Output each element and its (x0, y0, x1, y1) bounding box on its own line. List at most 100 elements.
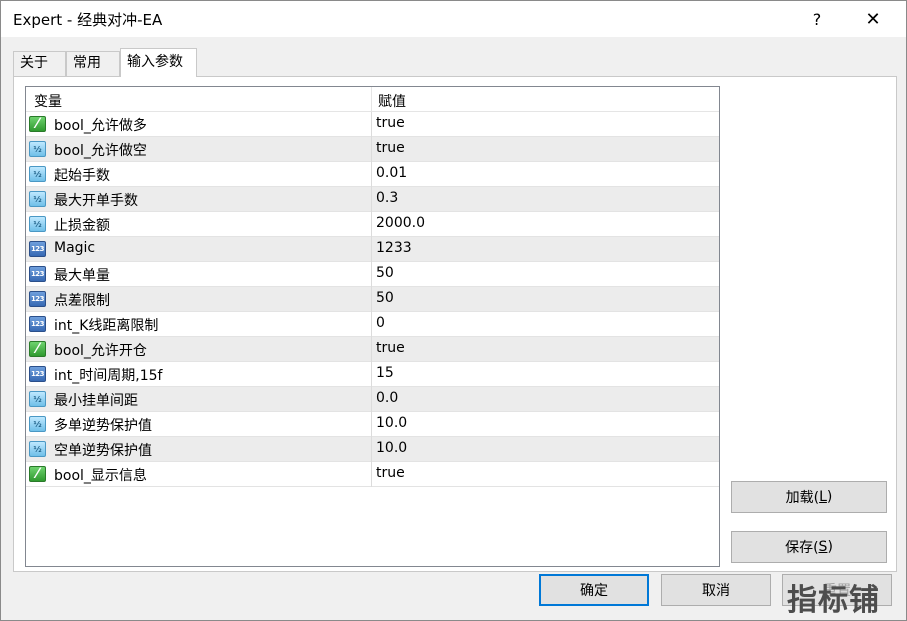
parameter-value[interactable]: 0.3 (376, 190, 398, 206)
table-row[interactable]: ⁄ bool_显示信息 true (26, 462, 719, 487)
load-button-key: L (819, 489, 827, 505)
double-value-icon: ½ (29, 441, 46, 457)
bool-toggle-icon: ⁄ (29, 341, 46, 357)
table-row[interactable]: ½ 止损金额 2000.0 (26, 212, 719, 237)
column-divider (371, 387, 372, 412)
table-row[interactable]: ½ 多单逆势保护值 10.0 (26, 412, 719, 437)
parameter-value[interactable]: 2000.0 (376, 215, 425, 231)
integer-value-icon: 123 (29, 241, 46, 257)
table-row[interactable]: 123 Magic 1233 (26, 237, 719, 262)
parameter-value[interactable]: 50 (376, 290, 394, 306)
parameter-value[interactable]: 15 (376, 365, 394, 381)
column-divider (371, 212, 372, 237)
save-button-close: ) (827, 539, 833, 555)
parameter-value[interactable]: 1233 (376, 240, 412, 256)
tab-common[interactable]: 常用 (66, 51, 120, 76)
save-button-label: 保存( (785, 540, 819, 556)
double-value-icon: ½ (29, 416, 46, 432)
window-title: Expert - 经典对冲-EA (13, 11, 163, 29)
parameter-name: 多单逆势保护值 (54, 418, 152, 434)
table-row[interactable]: 123 点差限制 50 (26, 287, 719, 312)
column-divider (371, 162, 372, 187)
parameter-value[interactable]: 10.0 (376, 415, 407, 431)
parameter-name: 起始手数 (54, 168, 110, 184)
column-divider (371, 412, 372, 437)
table-row[interactable]: 123 int_时间周期,15f 15 (26, 362, 719, 387)
bool-toggle-icon: ⁄ (29, 466, 46, 482)
load-button-label: 加载( (785, 490, 820, 506)
column-divider (371, 362, 372, 387)
parameter-name: int_时间周期,15f (54, 368, 163, 384)
parameters-grid: 变量 赋值 ⁄ bool_允许做多 true ½ bool_允许做空 true ½ 起始手数 0… (25, 86, 720, 567)
table-row[interactable]: 123 最大单量 50 (26, 262, 719, 287)
parameter-name: bool_显示信息 (54, 468, 147, 484)
column-divider (371, 137, 372, 162)
title-bar: Expert - 经典对冲-EA ? ✕ (1, 1, 906, 37)
parameter-value[interactable]: true (376, 115, 405, 131)
double-value-icon: ½ (29, 216, 46, 232)
table-row[interactable]: ⁄ bool_允许开仓 true (26, 337, 719, 362)
help-button[interactable]: ? (794, 1, 840, 37)
double-value-icon: ½ (29, 191, 46, 207)
ok-button[interactable]: 确定 (539, 574, 649, 606)
load-button-close: ) (826, 489, 833, 505)
parameter-value[interactable]: 10.0 (376, 440, 407, 456)
save-button[interactable]: 保存(S) (731, 531, 887, 563)
table-row[interactable]: ½ 起始手数 0.01 (26, 162, 719, 187)
tab-about[interactable]: 关于 (13, 51, 66, 76)
parameter-name: bool_允许开仓 (54, 343, 147, 359)
column-header-variable[interactable]: 变量 (34, 91, 62, 111)
parameter-name: 止损金额 (54, 218, 110, 234)
table-row[interactable]: 123 int_K线距离限制 0 (26, 312, 719, 337)
column-divider (371, 237, 372, 262)
cancel-button[interactable]: 取消 (661, 574, 771, 606)
header-divider (371, 87, 372, 112)
watermark-logo: 指标铺 (787, 583, 880, 618)
column-header-value[interactable]: 赋值 (378, 91, 406, 111)
parameter-name: bool_允许做空 (54, 143, 147, 159)
grid-header: 变量 赋值 (26, 87, 719, 112)
column-divider (371, 312, 372, 337)
parameter-name: int_K线距离限制 (54, 318, 159, 334)
parameter-value[interactable]: 0 (376, 315, 385, 331)
parameter-name: 最小挂单间距 (54, 393, 138, 409)
parameter-name: 最大单量 (54, 268, 110, 284)
column-divider (371, 437, 372, 462)
double-value-icon: ½ (29, 166, 46, 182)
close-button[interactable]: ✕ (850, 1, 896, 37)
table-row[interactable]: ⁄ bool_允许做多 true (26, 112, 719, 137)
parameter-name: 空单逆势保护值 (54, 443, 152, 459)
integer-value-icon: 123 (29, 291, 46, 307)
parameter-name: bool_允许做多 (54, 118, 147, 134)
integer-value-icon: 123 (29, 266, 46, 282)
load-button[interactable]: 加载(L) (731, 481, 887, 513)
table-row[interactable]: ½ 最小挂单间距 0.0 (26, 387, 719, 412)
table-row[interactable]: ½ 最大开单手数 0.3 (26, 187, 719, 212)
parameter-name: 最大开单手数 (54, 193, 138, 209)
column-divider (371, 187, 372, 212)
bool-toggle-icon: ⁄ (29, 116, 46, 132)
inputs-panel: 变量 赋值 ⁄ bool_允许做多 true ½ bool_允许做空 true ½ 起始手数 0… (13, 76, 897, 572)
parameter-value[interactable]: true (376, 140, 405, 156)
column-divider (371, 112, 372, 137)
double-value-icon: ½ (29, 391, 46, 407)
column-divider (371, 337, 372, 362)
parameter-value[interactable]: true (376, 340, 405, 356)
column-divider (371, 287, 372, 312)
parameter-value[interactable]: 0.0 (376, 390, 398, 406)
save-button-key: S (818, 539, 828, 555)
parameter-value[interactable]: 0.01 (376, 165, 407, 181)
parameter-value[interactable]: true (376, 465, 405, 481)
column-divider (371, 462, 372, 487)
tab-inputs[interactable]: 输入参数 (120, 48, 197, 77)
parameter-name: 点差限制 (54, 293, 110, 309)
table-row[interactable]: ½ 空单逆势保护值 10.0 (26, 437, 719, 462)
parameter-value[interactable]: 50 (376, 265, 394, 281)
expert-dialog: Expert - 经典对冲-EA ? ✕ 关于 常用 输入参数 变量 赋值 ⁄ b… (0, 0, 907, 621)
integer-value-icon: 123 (29, 366, 46, 382)
integer-value-icon: 123 (29, 316, 46, 332)
table-row[interactable]: ½ bool_允许做空 true (26, 137, 719, 162)
column-divider (371, 262, 372, 287)
double-value-icon: ½ (29, 141, 46, 157)
parameter-name: Magic (54, 240, 96, 256)
